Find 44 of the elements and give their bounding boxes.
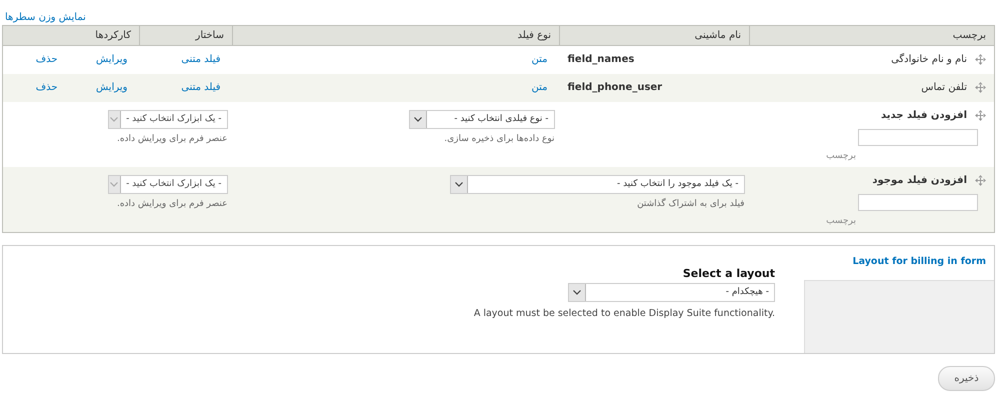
column-header: کارکردها [2, 26, 140, 46]
chevron-down-icon [454, 182, 462, 186]
layout-title: Layout for billing in form [852, 254, 987, 268]
chevron-down-icon [414, 116, 422, 122]
layout-heading: Select a layout [682, 266, 775, 280]
field-type-select[interactable]: - نوع فیلدی انتخاب کنید - [408, 110, 554, 128]
column-header: نوع فیلد [232, 26, 560, 46]
layout-select[interactable]: - هیچکدام - [568, 282, 775, 302]
delete-link[interactable]: حذف [36, 82, 58, 93]
label-input[interactable] [858, 128, 978, 146]
section-title: افزودن فیلد جدید [880, 110, 967, 120]
field-type-link[interactable]: متن [532, 54, 548, 66]
save-button[interactable]: ذخیره [938, 366, 995, 390]
drag-handle-icon[interactable] [975, 174, 986, 186]
machine-name: field_names [568, 54, 634, 66]
field-label: نام و نام خانوادگی [891, 54, 967, 66]
field-label: تلفن تماس [921, 82, 967, 93]
column-header: برچسب [750, 26, 994, 46]
field-caption: برچسب [825, 150, 857, 160]
edit-link[interactable]: ویرایش [96, 82, 128, 93]
edit-link[interactable]: ویرایش [96, 54, 128, 66]
field-caption: برچسب [825, 216, 857, 226]
existing-field-select[interactable]: - یک فیلد موجود را انتخاب کنید - [450, 174, 744, 194]
field-type-link[interactable]: متن [532, 82, 548, 93]
column-header: ساختار [140, 26, 232, 46]
drag-handle-icon[interactable] [975, 82, 986, 93]
section-title: افزودن فیلد موجود [872, 174, 967, 186]
widget-hint: عنصر فرم برای ویرایش داده. [116, 134, 228, 144]
machine-name: field_phone_user [568, 82, 662, 93]
chevron-down-icon [110, 116, 118, 122]
label-input[interactable] [858, 194, 978, 210]
show-row-weights-link[interactable]: نمایش وزن سطرها [5, 12, 86, 23]
chevron-down-icon [110, 182, 118, 186]
field-type-hint: نوع داده‌ها برای ذخیره سازی. [443, 134, 554, 144]
widget-hint: عنصر فرم برای ویرایش داده. [116, 198, 228, 208]
chevron-down-icon [573, 290, 581, 294]
delete-link[interactable]: حذف [36, 54, 58, 66]
existing-field-hint: فیلد برای به اشتراک گذاشتن [636, 198, 744, 208]
widget-link[interactable]: فیلد متنی [181, 54, 220, 66]
drag-handle-icon[interactable] [975, 54, 986, 66]
column-header: نام ماشینی [560, 26, 750, 46]
layout-description: A layout must be selected to enable Display Suite functionality. [474, 308, 775, 318]
drag-handle-icon[interactable] [975, 110, 986, 120]
widget-link[interactable]: فیلد متنی [181, 82, 220, 93]
